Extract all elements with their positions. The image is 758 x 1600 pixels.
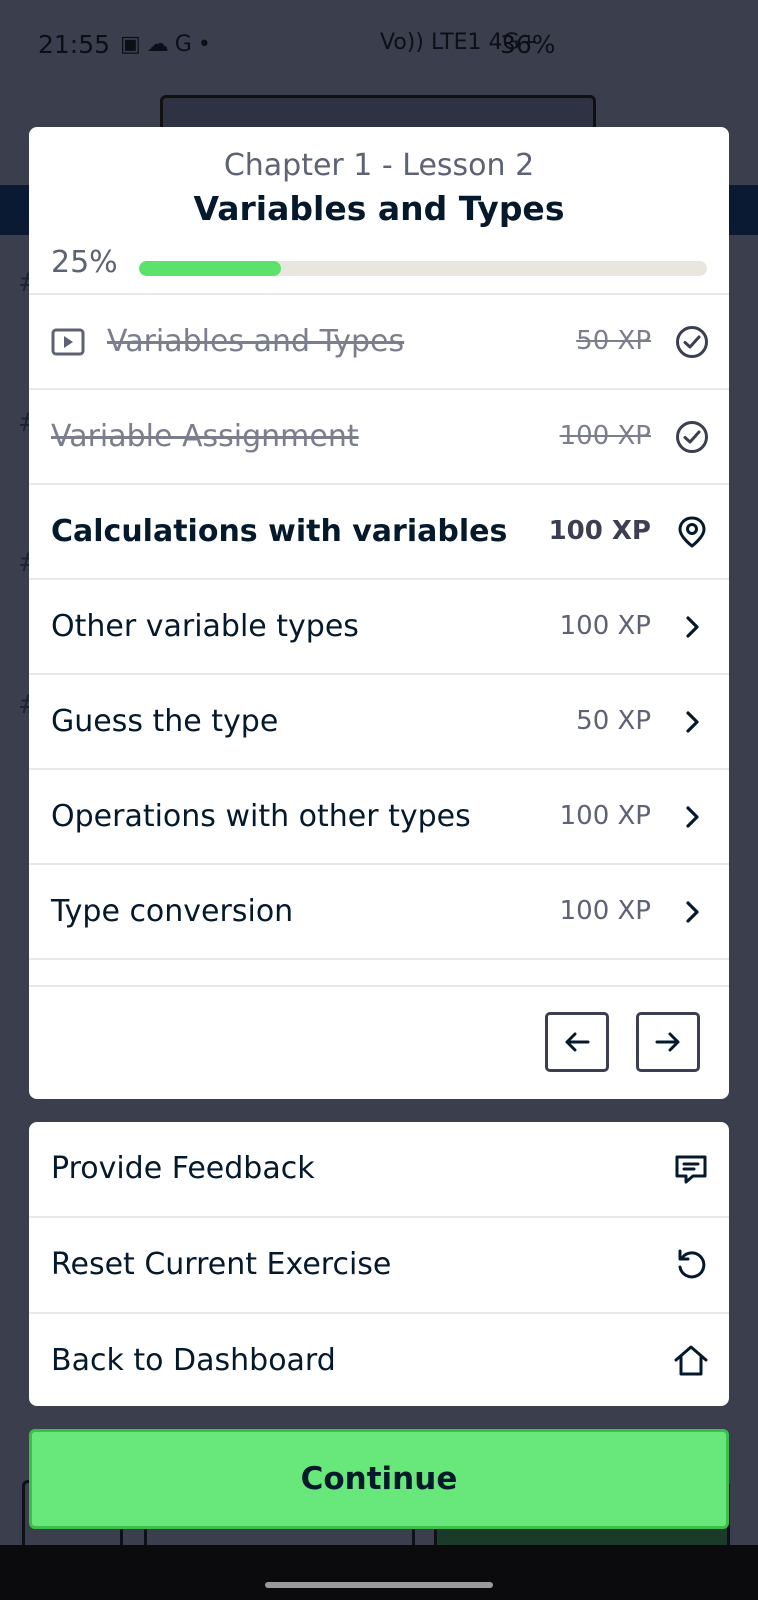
previous-exercise-button[interactable] xyxy=(545,1012,609,1072)
reset-exercise-item[interactable]: Reset Current Exercise xyxy=(29,1218,729,1314)
exercise-row[interactable]: Variable Assignment 100 XP xyxy=(29,390,729,485)
chevron-right-icon xyxy=(675,705,709,739)
exercise-xp: 100 XP xyxy=(559,801,651,831)
exercise-title: Calculations with variables xyxy=(51,514,508,549)
check-circle-icon xyxy=(675,420,709,454)
home-gesture-handle[interactable] xyxy=(265,1582,493,1588)
exercise-row[interactable]: Other variable types 100 XP xyxy=(29,580,729,675)
battery-level: 36% xyxy=(500,30,556,59)
menu-item-label: Back to Dashboard xyxy=(51,1343,336,1378)
exercise-xp: 100 XP xyxy=(559,896,651,926)
exercise-title: Operations with other types xyxy=(51,799,471,834)
menu-item-label: Reset Current Exercise xyxy=(51,1247,392,1282)
video-icon xyxy=(51,328,85,356)
exercise-title: Variables and Types xyxy=(107,324,405,359)
system-nav-bar xyxy=(0,1545,758,1600)
exercise-title: Other variable types xyxy=(51,609,359,644)
lesson-progress: 25% xyxy=(29,233,729,293)
status-bar: 21:55 ▣☁G• Vo)) LTE1 4G+ 36% xyxy=(0,0,758,90)
chevron-right-icon xyxy=(675,895,709,929)
exercise-row[interactable]: Guess the type 50 XP xyxy=(29,675,729,770)
home-icon xyxy=(673,1343,709,1379)
exercise-row[interactable]: Variables and Types 50 XP xyxy=(29,295,729,390)
next-exercise-button[interactable] xyxy=(636,1012,700,1072)
progress-percent: 25% xyxy=(51,245,118,280)
location-pin-icon xyxy=(675,515,709,549)
back-to-dashboard-item[interactable]: Back to Dashboard xyxy=(29,1314,729,1406)
exercise-list: Variables and Types 50 XP Variable Assig… xyxy=(29,293,729,960)
exercise-title: Guess the type xyxy=(51,704,279,739)
status-time: 21:55 xyxy=(38,30,111,59)
exercise-xp: 100 XP xyxy=(548,516,651,546)
chevron-right-icon xyxy=(675,610,709,644)
exercise-xp: 50 XP xyxy=(576,326,651,356)
progress-bar xyxy=(139,261,707,276)
arrow-left-icon xyxy=(565,1032,590,1052)
chevron-right-icon xyxy=(675,800,709,834)
lesson-panel: Chapter 1 - Lesson 2 Variables and Types… xyxy=(29,127,729,1099)
exercise-title: Type conversion xyxy=(51,894,294,929)
exercise-xp: 50 XP xyxy=(576,706,651,736)
menu-item-label: Provide Feedback xyxy=(51,1151,315,1186)
notification-icons: ▣☁G• xyxy=(120,32,217,57)
check-circle-icon xyxy=(675,325,709,359)
exercise-title: Variable Assignment xyxy=(51,419,359,454)
feedback-icon xyxy=(673,1151,709,1187)
exercise-row[interactable]: Calculations with variables 100 XP xyxy=(29,485,729,580)
exercise-navigation xyxy=(29,985,729,1099)
progress-bar-fill xyxy=(139,261,281,276)
arrow-right-icon xyxy=(655,1032,680,1052)
lesson-title: Variables and Types xyxy=(193,189,565,228)
options-menu: Provide Feedback Reset Current Exercise … xyxy=(29,1122,729,1406)
exercise-xp: 100 XP xyxy=(559,421,651,451)
continue-button[interactable]: Continue xyxy=(29,1429,729,1529)
provide-feedback-item[interactable]: Provide Feedback xyxy=(29,1122,729,1218)
chapter-label: Chapter 1 - Lesson 2 xyxy=(223,148,535,183)
reset-icon xyxy=(673,1247,709,1283)
exercise-row[interactable]: Operations with other types 100 XP xyxy=(29,770,729,865)
exercise-row[interactable]: Type conversion 100 XP xyxy=(29,865,729,960)
exercise-xp: 100 XP xyxy=(559,611,651,641)
